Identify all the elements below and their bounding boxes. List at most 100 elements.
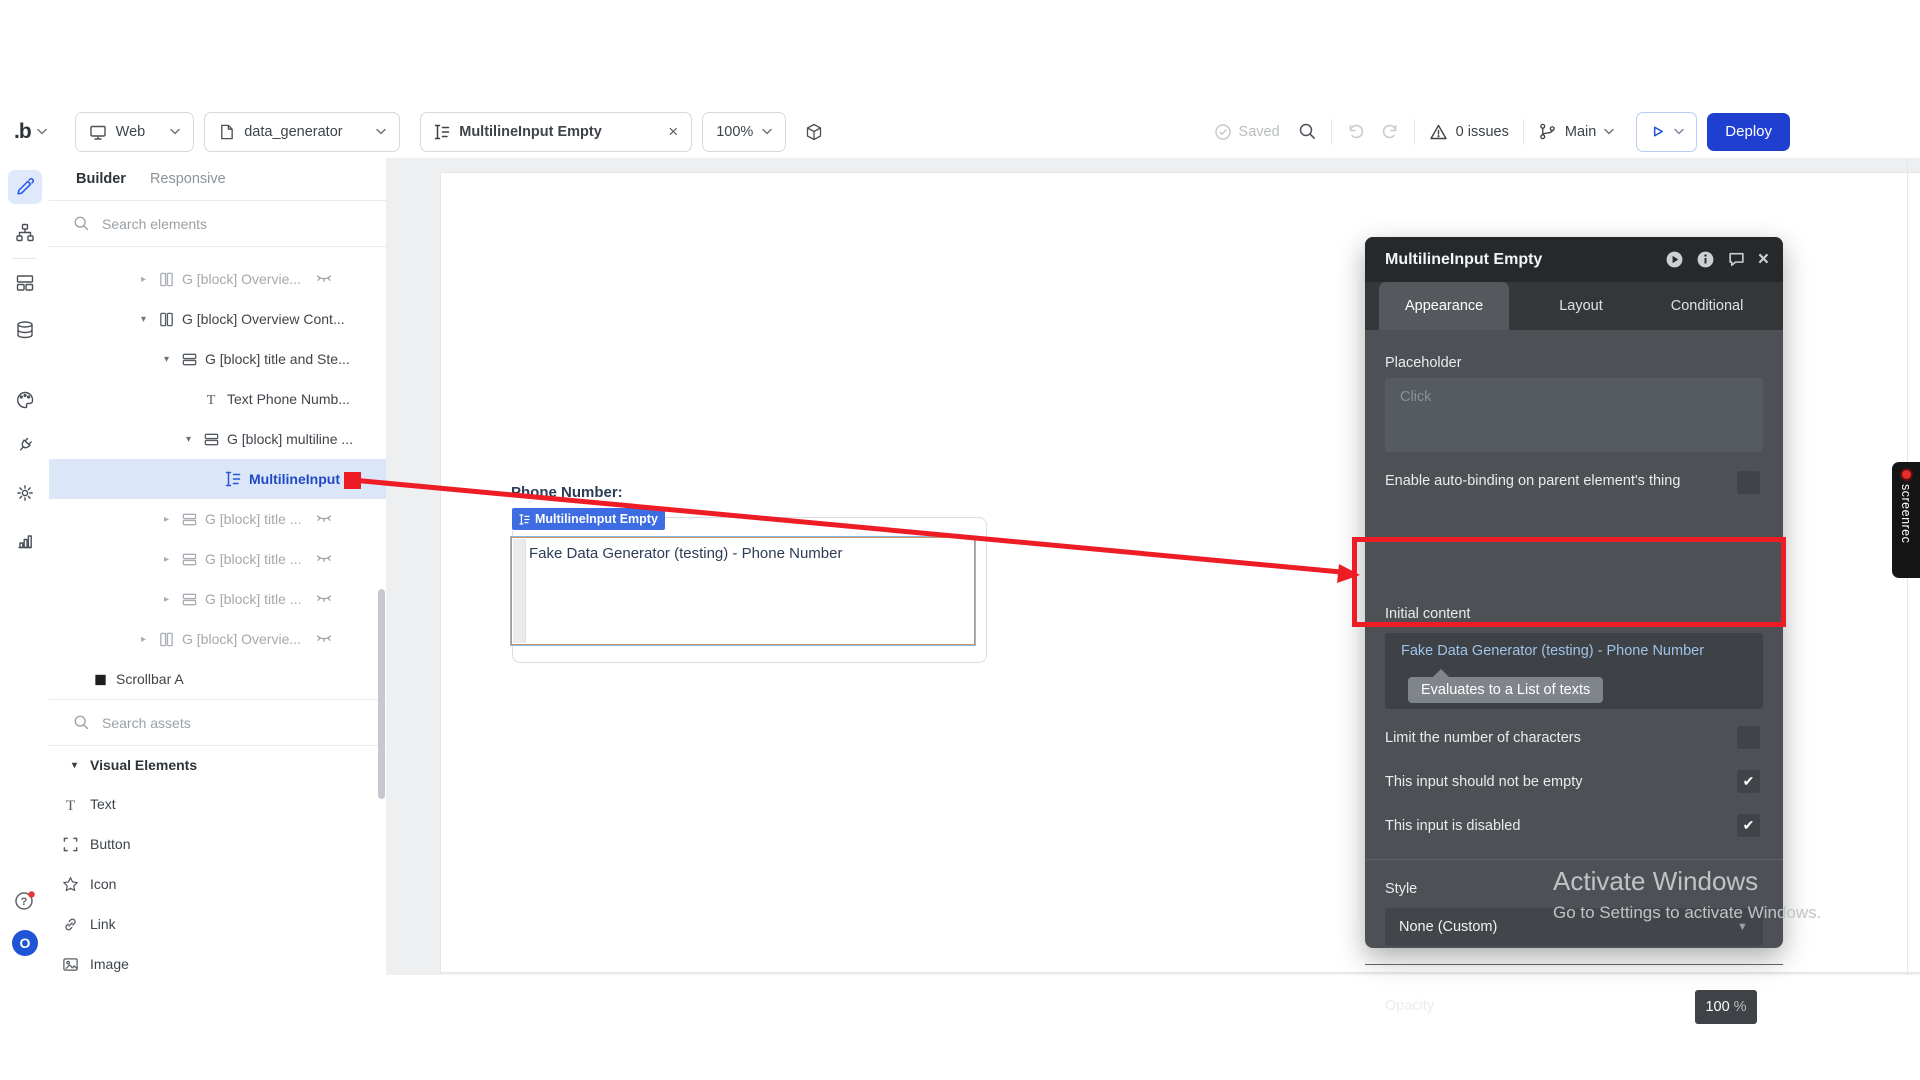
visual-elements-header-label: Visual Elements xyxy=(90,757,198,773)
deploy-button[interactable]: Deploy xyxy=(1707,112,1790,151)
info-circle-icon[interactable] xyxy=(1696,250,1715,269)
account-avatar[interactable]: O xyxy=(8,926,42,960)
components-tab-icon[interactable] xyxy=(8,266,42,300)
screenrec-badge[interactable]: screenrec xyxy=(1892,462,1920,578)
expand-closed-icon[interactable]: ▸ xyxy=(160,514,173,525)
tab-layout[interactable]: Layout xyxy=(1533,282,1629,330)
zoom-selector[interactable]: 100% xyxy=(702,111,787,152)
tree-item-label: G [block] title and Ste... xyxy=(205,351,350,367)
close-icon[interactable]: × xyxy=(1758,249,1769,271)
property-editor-titlebar[interactable]: MultilineInput Empty × xyxy=(1365,237,1783,282)
search-icon[interactable] xyxy=(1298,122,1317,141)
text-element-icon: T xyxy=(202,390,220,408)
asset-item-icon[interactable]: Icon xyxy=(49,864,386,904)
group-columns-icon xyxy=(157,270,175,288)
tree-item[interactable]: ▾ G [block] multiline ... xyxy=(49,419,386,459)
data-tab-icon[interactable] xyxy=(8,313,42,347)
design-tab-icon[interactable] xyxy=(8,170,42,204)
tab-appearance[interactable]: Appearance xyxy=(1379,282,1510,330)
comment-bubble-icon[interactable] xyxy=(1727,250,1746,269)
divider xyxy=(1413,118,1415,145)
multiline-input-element[interactable]: Fake Data Generator (testing) - Phone Nu… xyxy=(511,537,975,645)
tree-item[interactable]: Scrollbar A xyxy=(49,659,386,699)
page-selector[interactable]: data_generator xyxy=(204,111,401,152)
multiline-input-value: Fake Data Generator (testing) - Phone Nu… xyxy=(529,545,843,562)
tree-item-label: G [block] title ... xyxy=(205,591,302,607)
eye-hidden-icon xyxy=(316,514,332,524)
workflow-tab-icon[interactable] xyxy=(8,216,42,250)
expand-open-icon[interactable]: ▾ xyxy=(160,354,173,365)
help-icon[interactable]: ? xyxy=(8,884,42,918)
left-icon-rail: ? O xyxy=(0,158,50,975)
visual-elements-header[interactable]: ▾ Visual Elements xyxy=(49,746,386,784)
placeholder-field[interactable]: Click xyxy=(1385,378,1763,452)
disabled-checkbox[interactable]: ✔ xyxy=(1737,814,1760,837)
save-status-label: Saved xyxy=(1238,123,1280,140)
asset-item-link[interactable]: Link xyxy=(49,904,386,944)
opacity-value: 100 xyxy=(1705,999,1730,1015)
input-gutter xyxy=(513,539,526,643)
selected-element-badge-label: MultilineInput Empty xyxy=(535,512,658,526)
settings-tab-icon[interactable] xyxy=(8,476,42,510)
tree-item-label: G [block] Overvie... xyxy=(182,631,302,647)
asset-item-button[interactable]: Button xyxy=(49,824,386,864)
not-empty-checkbox[interactable]: ✔ xyxy=(1737,770,1760,793)
tree-item[interactable]: T Text Phone Numb... xyxy=(49,379,386,419)
branch-selector[interactable]: Main xyxy=(1538,122,1615,141)
asset-item-text[interactable]: T Text xyxy=(49,784,386,824)
search-assets-input[interactable] xyxy=(100,713,324,732)
tree-item[interactable]: ▸ G [block] Overvie... xyxy=(49,619,386,659)
tree-item[interactable]: ▾ G [block] Overview Cont... xyxy=(49,299,386,339)
search-assets-row xyxy=(49,699,386,746)
group-rows-icon xyxy=(180,350,198,368)
expand-closed-icon[interactable]: ▸ xyxy=(160,554,173,565)
tree-item[interactable]: ▸ G [block] Overvie... xyxy=(49,259,386,299)
tab-conditional[interactable]: Conditional xyxy=(1645,282,1770,330)
play-circle-icon[interactable] xyxy=(1665,250,1684,269)
styles-tab-icon[interactable] xyxy=(8,383,42,417)
close-icon[interactable]: × xyxy=(668,122,678,142)
search-elements-input[interactable] xyxy=(100,214,324,233)
git-branch-icon xyxy=(1538,122,1557,141)
save-status: Saved xyxy=(1214,123,1280,141)
undo-icon[interactable] xyxy=(1346,122,1365,141)
expand-closed-icon[interactable]: ▸ xyxy=(160,594,173,605)
tab-responsive[interactable]: Responsive xyxy=(150,171,226,187)
device-selector[interactable]: Web xyxy=(74,111,195,152)
tree-item-selected[interactable]: MultilineInput xyxy=(49,459,386,499)
plugins-tab-icon[interactable] xyxy=(8,428,42,462)
element-tab[interactable]: MultilineInput Empty × xyxy=(420,111,693,152)
tree-scrollbar[interactable] xyxy=(378,589,385,799)
bubble-logo: .b xyxy=(14,119,32,143)
autobinding-checkbox[interactable] xyxy=(1737,471,1760,494)
redo-icon[interactable] xyxy=(1381,122,1400,141)
issues-button[interactable]: 0 issues xyxy=(1429,123,1509,141)
tree-item[interactable]: ▸ G [block] title ... xyxy=(49,579,386,619)
group-columns-icon xyxy=(157,310,175,328)
tree-item[interactable]: ▾ G [block] title and Ste... xyxy=(49,339,386,379)
tree-item[interactable]: ▸ G [block] title ... xyxy=(49,499,386,539)
tab-builder[interactable]: Builder xyxy=(76,171,126,187)
property-editor-body: Placeholder Click Enable auto-binding on… xyxy=(1365,330,1783,1024)
preview-button[interactable] xyxy=(1636,111,1698,152)
expand-closed-icon[interactable]: ▸ xyxy=(137,634,150,645)
chevron-down-icon xyxy=(376,128,386,135)
opacity-input[interactable]: 100 % xyxy=(1695,990,1757,1024)
style-dropdown[interactable]: None (Custom) ▼ xyxy=(1385,908,1763,946)
expand-open-icon[interactable]: ▾ xyxy=(182,434,195,445)
eye-hidden-icon xyxy=(316,634,332,644)
button-element-icon xyxy=(61,835,79,853)
limit-characters-checkbox[interactable] xyxy=(1737,726,1760,749)
device-selector-label: Web xyxy=(115,123,146,140)
app-logo-menu[interactable]: .b xyxy=(14,120,47,144)
component-cube-icon[interactable] xyxy=(804,122,824,142)
property-editor-tabs: Appearance Layout Conditional xyxy=(1365,282,1783,330)
group-rows-icon xyxy=(180,590,198,608)
page-icon xyxy=(218,123,235,141)
expand-closed-icon[interactable]: ▸ xyxy=(137,274,150,285)
asset-item-image[interactable]: Image xyxy=(49,944,386,975)
tree-item[interactable]: ▸ G [block] title ... xyxy=(49,539,386,579)
screenrec-label: screenrec xyxy=(1899,484,1913,544)
logs-tab-icon[interactable] xyxy=(8,524,42,558)
expand-open-icon[interactable]: ▾ xyxy=(137,314,150,325)
